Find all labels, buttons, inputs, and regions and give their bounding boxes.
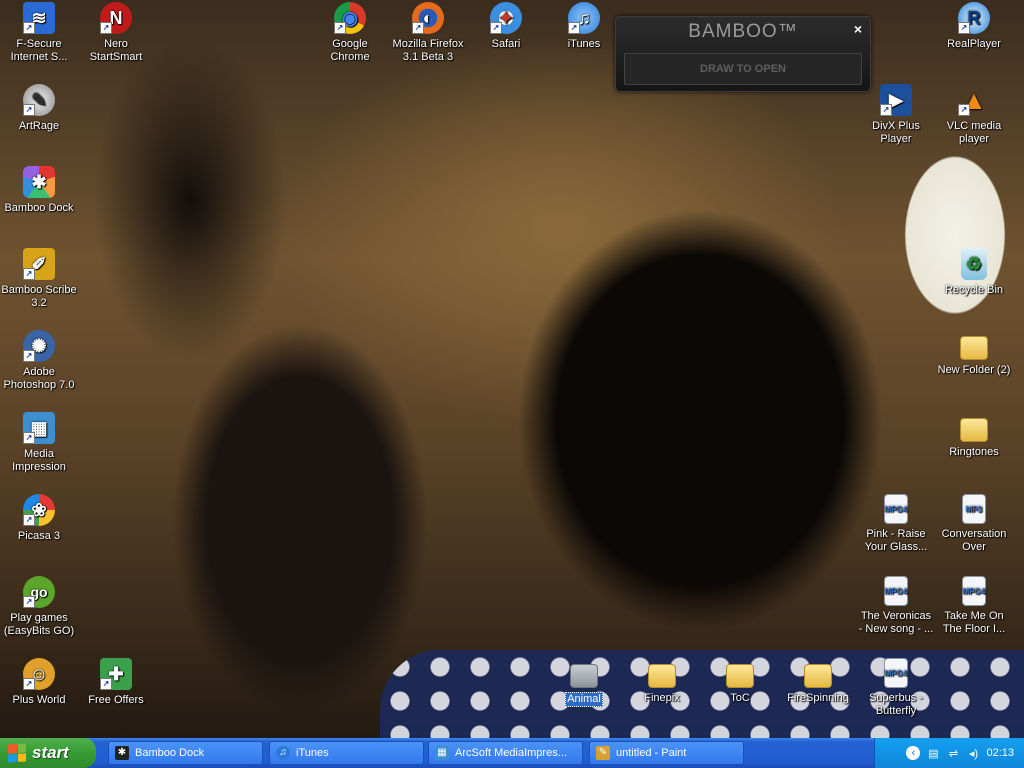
desktop-icon-conversation-over[interactable]: MP3 Conversation Over [935,494,1013,554]
media-impression-icon: ▦ [435,746,449,760]
desktop-icon-photoshop[interactable]: ✺ ↗ Adobe Photoshop 7.0 [0,330,78,392]
nero-icon: N ↗ [100,2,132,34]
folder-icon [960,418,988,442]
taskbar-item-label: ArcSoft MediaImpres... [455,747,567,759]
mp3-file-icon: MP3 [962,494,986,524]
taskbar-item-label: Bamboo Dock [135,747,205,759]
photoshop-icon: ✺ ↗ [23,330,55,362]
volume-icon[interactable]: ◂) [966,746,980,760]
desktop-icon-picasa[interactable]: ❀ ↗ Picasa 3 [0,494,78,543]
desktop-icon-animal[interactable]: Animal [545,658,623,707]
desktop-icon-fsecure[interactable]: ≋ ↗ F-Secure Internet S... [0,2,78,64]
desktop-icon-recycle-bin[interactable]: ♻ Recycle Bin [935,248,1013,297]
folder-icon [960,336,988,360]
desktop-icon-plus-world[interactable]: ☺ ↗ Plus World [0,658,78,707]
desktop-icon-bamboo-scribe[interactable]: ✐ ↗ Bamboo Scribe 3.2 [0,248,78,310]
desktop-icon-new-folder-2[interactable]: New Folder (2) [935,330,1013,377]
taskbar: start ✱ Bamboo Dock ♫ iTunes ▦ ArcSoft M… [0,738,1024,768]
taskbar-item-label: untitled - Paint [616,747,687,759]
mpeg4-file-icon: MPG4 [884,494,908,524]
desktop-icon-chrome[interactable]: ◉ ↗ Google Chrome [311,2,389,64]
mpeg4-file-icon: MPG4 [884,658,908,688]
media-impression-icon: ▦ ↗ [23,412,55,444]
desktop-icon-take-me-on-the-floor[interactable]: MPG4 Take Me On The Floor I... [935,576,1013,636]
desktop-icon-safari[interactable]: ✦ ↗ Safari [467,2,545,51]
desktop-icon-artrage[interactable]: ✎ ↗ ArtRage [0,84,78,133]
folder-icon [648,664,676,688]
desktop-icon-superbus-butterfly[interactable]: MPG4 Superbus - Butterfly [857,658,935,718]
windows-flag-icon [8,743,26,763]
itunes-icon: ♫ [276,746,290,760]
bamboo-dock-icon: ✱ [115,746,129,760]
desktop-icon-toc[interactable]: ToC [701,658,779,705]
realplayer-icon: R ↗ [958,2,990,34]
safely-remove-icon[interactable]: ⇌ [946,746,960,760]
network-icon[interactable]: ▤ [926,746,940,760]
desktop-icon-bamboo-dock[interactable]: ✱ Bamboo Dock [0,166,78,215]
desktop-icon-itunes[interactable]: ♫ ↗ iTunes [545,2,623,51]
bamboo-widget-title: BAMBOO™ [688,21,798,42]
start-label: start [32,743,69,762]
desktop-icon-free-offers[interactable]: ✚ ↗ Free Offers [77,658,155,707]
picasa-icon: ❀ ↗ [23,494,55,526]
desktop-icon-ringtones[interactable]: Ringtones [935,412,1013,459]
folder-icon [804,664,832,688]
bamboo-widget: BAMBOO™ × DRAW TO OPEN [615,16,871,92]
desktop-icon-vlc[interactable]: ▲ ↗ VLC media player [935,84,1013,146]
bamboo-scribe-icon: ✐ ↗ [23,248,55,280]
desktop-icon-nero[interactable]: N ↗ Nero StartSmart [77,2,155,64]
tray-expand-icon[interactable]: ‹ [906,746,921,760]
safari-icon: ✦ ↗ [490,2,522,34]
folder-icon [726,664,754,688]
desktop-icon-easybits[interactable]: go ↗ Play games (EasyBits GO) [0,576,78,638]
artrage-icon: ✎ ↗ [23,84,55,116]
bamboo-dock-icon: ✱ [23,166,55,198]
start-button[interactable]: start [0,738,96,768]
desktop-icon-the-veronicas[interactable]: MPG4 The Veronicas - New song - ... [857,576,935,636]
mpeg4-file-icon: MPG4 [962,576,986,606]
folder-icon [570,664,598,688]
taskbar-item-bamboo-dock[interactable]: ✱ Bamboo Dock [108,741,263,765]
desktop-icon-firespinning[interactable]: FireSpinning [779,658,857,705]
itunes-icon: ♫ ↗ [568,2,600,34]
chrome-icon: ◉ ↗ [334,2,366,34]
recycle-bin-icon: ♻ [961,248,987,280]
taskbar-item-itunes[interactable]: ♫ iTunes [269,741,424,765]
vlc-cone-icon: ▲ ↗ [958,84,990,116]
draw-to-open-area[interactable]: DRAW TO OPEN [624,53,862,85]
paint-icon: ✎ [596,746,610,760]
desktop-icon-realplayer[interactable]: R ↗ RealPlayer [935,2,1013,51]
easybits-go-icon: go ↗ [23,576,55,608]
taskbar-item-paint[interactable]: ✎ untitled - Paint [589,741,744,765]
firefox-icon: ◐ ↗ [412,2,444,34]
system-tray: ‹ ▤ ⇌ ◂) 02:13 [874,738,1024,768]
desktop-icon-finepix[interactable]: Finepix [623,658,701,705]
bamboo-close-icon[interactable]: × [854,21,862,37]
fsecure-icon: ≋ ↗ [23,2,55,34]
desktop-icon-firefox[interactable]: ◐ ↗ Mozilla Firefox 3.1 Beta 3 [389,2,467,64]
mpeg4-file-icon: MPG4 [884,576,908,606]
divx-icon: ▶ ↗ [880,84,912,116]
taskbar-item-arcsoft-mediaimpression[interactable]: ▦ ArcSoft MediaImpres... [428,741,583,765]
plus-world-icon: ☺ ↗ [23,658,55,690]
desktop-wallpaper: ≋ ↗ F-Secure Internet S... N ↗ Nero StartS… [0,0,1024,738]
gift-icon: ✚ ↗ [100,658,132,690]
desktop-icon-pink-raise-your-glass[interactable]: MPG4 Pink - Raise Your Glass... [857,494,935,554]
taskbar-item-label: iTunes [296,747,329,759]
clock[interactable]: 02:13 [986,747,1014,759]
desktop-icon-media-impression[interactable]: ▦ ↗ Media Impression [0,412,78,474]
desktop-icon-divx[interactable]: ▶ ↗ DivX Plus Player [857,84,935,146]
